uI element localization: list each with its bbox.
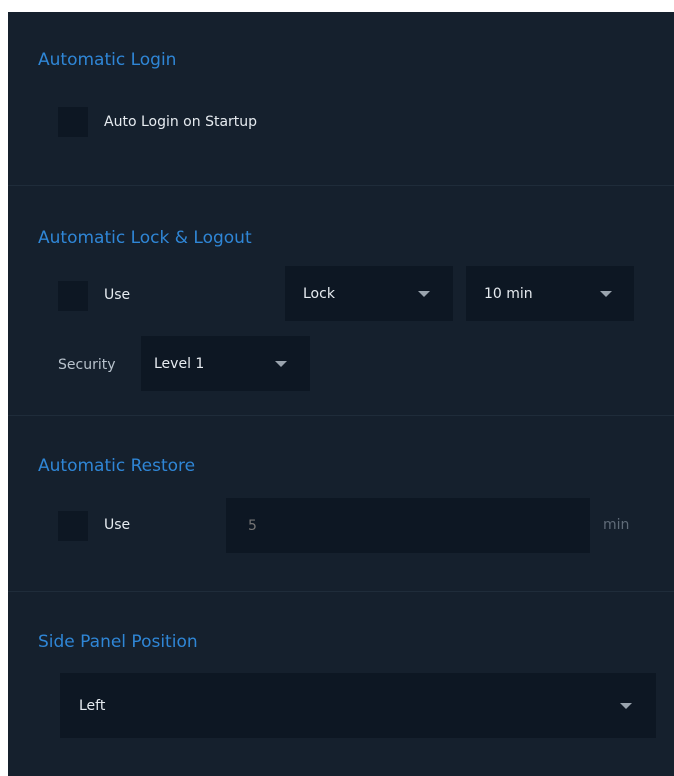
auto-lock-use-checkbox[interactable] bbox=[58, 281, 88, 311]
security-level-select[interactable]: Level 1 bbox=[141, 336, 310, 391]
automatic-lock-logout-section: Automatic Lock & Logout Use Lock 10 min … bbox=[8, 186, 674, 416]
auto-login-startup-checkbox[interactable] bbox=[58, 107, 88, 137]
restore-minutes-unit: min bbox=[603, 517, 630, 533]
chevron-down-icon bbox=[600, 290, 612, 297]
side-panel-position-title: Side Panel Position bbox=[38, 632, 198, 652]
auto-restore-use-label[interactable]: Use bbox=[104, 517, 130, 533]
restore-minutes-input[interactable] bbox=[226, 498, 590, 553]
lock-action-select[interactable]: Lock bbox=[285, 266, 453, 321]
security-label: Security bbox=[58, 357, 116, 373]
auto-lock-use-label[interactable]: Use bbox=[104, 287, 130, 303]
automatic-lock-logout-title: Automatic Lock & Logout bbox=[38, 228, 252, 248]
automatic-restore-section: Automatic Restore Use min bbox=[8, 416, 674, 592]
settings-panel: Automatic Login Auto Login on Startup Au… bbox=[8, 12, 674, 776]
lock-timeout-select[interactable]: 10 min bbox=[466, 266, 634, 321]
chevron-down-icon bbox=[275, 360, 287, 367]
security-level-value: Level 1 bbox=[154, 355, 205, 372]
lock-timeout-value: 10 min bbox=[484, 285, 533, 302]
lock-action-value: Lock bbox=[303, 285, 335, 302]
side-panel-position-section: Side Panel Position Left bbox=[8, 592, 674, 776]
side-panel-position-value: Left bbox=[79, 697, 106, 714]
automatic-restore-title: Automatic Restore bbox=[38, 456, 196, 476]
side-panel-position-select[interactable]: Left bbox=[60, 673, 656, 738]
chevron-down-icon bbox=[620, 702, 632, 709]
automatic-login-title: Automatic Login bbox=[38, 50, 177, 70]
automatic-login-section: Automatic Login Auto Login on Startup bbox=[8, 12, 674, 186]
chevron-down-icon bbox=[418, 290, 430, 297]
auto-restore-use-checkbox[interactable] bbox=[58, 511, 88, 541]
auto-login-startup-label[interactable]: Auto Login on Startup bbox=[104, 114, 257, 130]
